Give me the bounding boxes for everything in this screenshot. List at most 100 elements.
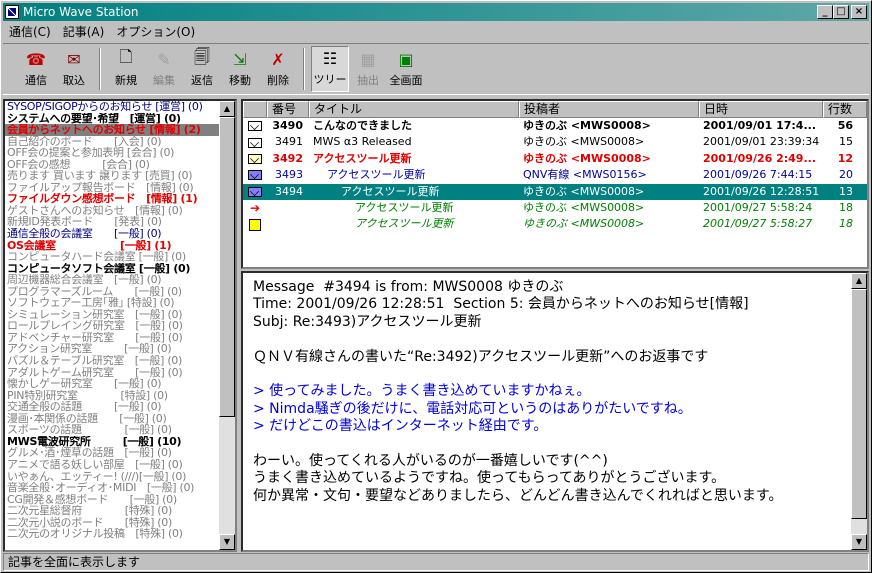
move-button[interactable]: ⇲ 移動 (221, 46, 259, 92)
app-icon[interactable] (5, 5, 19, 19)
open-envelope-icon (243, 151, 267, 167)
minimize-button[interactable]: _ (817, 5, 833, 19)
forum-item[interactable]: 二次元星総督府 [特殊] (0) (5, 505, 222, 517)
article-row[interactable]: 3492 アクセスツール更新 ゆきのぶ <MWS0008> 2001/09/26 2:… (243, 151, 867, 167)
edit-label: 編集 (153, 74, 175, 87)
title-bar[interactable]: Micro Wave Station _ □ × (3, 3, 869, 21)
fetch-icon: ✉ (67, 49, 81, 69)
fetch-button[interactable]: ✉ 取込 (55, 46, 93, 92)
connect-button[interactable]: ☎ 通信 (17, 46, 55, 92)
article-date: 2001/09/01 17:4... (703, 119, 816, 132)
header-number[interactable]: 番号 (267, 101, 309, 118)
header-lines[interactable]: 行数 (823, 101, 867, 118)
forum-item[interactable]: ファイルアップ報告ボード [情報] (0) (5, 182, 222, 194)
forum-item[interactable]: コンピュータハード会議室 [一般] (0) (5, 251, 222, 263)
forum-item[interactable]: 漫画･本関係の話題 [一般] (0) (5, 413, 222, 425)
forum-item[interactable]: 音楽全般･オーディオ･MIDI [一般] (0) (5, 482, 222, 494)
article-date: 2001/09/27 5:58:27 (703, 217, 813, 231)
message-scrollbar[interactable]: ▲ ▼ (851, 273, 867, 550)
forum-item[interactable]: MWS電波研究所 [一般] (10) (5, 436, 222, 448)
grid-icon: ▦ (360, 49, 376, 69)
forum-item[interactable]: プログラマーズルーム [一般] (0) (5, 286, 222, 298)
scroll-down-button[interactable]: ▼ (851, 534, 867, 550)
forum-item[interactable]: 自己紹介のボード [入会] (0) (5, 136, 222, 148)
forum-item[interactable]: 二次元のオリジナル投稿 [特殊] (0) (5, 528, 222, 540)
article-row[interactable]: 3491 MWS α3 Released ゆきのぶ <MWS0008> 2001/09… (243, 134, 867, 150)
article-title: アクセスツール更新 (327, 168, 426, 182)
header-date[interactable]: 日時 (699, 101, 823, 118)
forum-item[interactable]: 二次元小説のボード [特殊] (0) (5, 517, 222, 529)
forum-item[interactable]: アドベンチャー研究室 [一般] (0) (5, 332, 222, 344)
new-button[interactable]: 🗋 新規 (107, 46, 145, 92)
menu-connect[interactable]: 通信(C) (3, 23, 57, 40)
forum-item[interactable]: 売ります 買います 譲ります [売買] (0) (5, 170, 222, 182)
article-row[interactable]: 3493 アクセスツール更新 QNV有線 <MWS0156> 2001/09/26 7… (243, 167, 867, 183)
forum-item[interactable]: 会員からネットへのお知らせ [情報] (2) (5, 124, 222, 136)
menu-options[interactable]: オプション(O) (110, 23, 201, 40)
forum-item[interactable]: SYSOP/SIGOPからのお知らせ [運営] (0) (5, 101, 222, 113)
article-number: 3494 (275, 184, 303, 198)
forum-item[interactable]: OFF会の感想 [会合] (0) (5, 159, 222, 171)
menu-article[interactable]: 記事(A) (57, 23, 111, 40)
scroll-down-button[interactable]: ▼ (219, 534, 235, 550)
scroll-thumb[interactable] (851, 289, 867, 519)
article-date: 2001/09/26 12:28:51 (703, 184, 820, 198)
article-row[interactable]: 3490 こんなのできました ゆきのぶ <MWS0008> 2001/09/01 17… (243, 118, 867, 134)
close-button[interactable]: × (851, 5, 867, 19)
article-title: こんなのできました (313, 119, 412, 132)
forum-item[interactable]: アダルトゲーム研究室 [一般] (0) (5, 367, 222, 379)
forum-item[interactable]: ロールプレイング研究室 [一般] (0) (5, 320, 222, 332)
forum-item[interactable]: 周辺機器総合会議室 [一般] (0) (5, 274, 222, 286)
message-line: 何か異常・文句・要望などありましたら、どんどん書き込んでくれればと思います。 (253, 487, 783, 504)
forum-item[interactable]: ソフトウェアー工房｢雅｣ [特設] (0) (5, 297, 222, 309)
forum-item[interactable]: スポーツの話題 [一般] (0) (5, 424, 222, 436)
forum-item[interactable]: ファイルダウン感想ボード [情報] (1) (5, 193, 222, 205)
connect-label: 通信 (25, 74, 47, 87)
article-title: アクセスツール更新 (313, 151, 412, 165)
forum-item[interactable]: ゲストさんへのお知らせ [情報] (0) (5, 205, 222, 217)
forum-list-scrollbar[interactable]: ▲ ▼ (219, 101, 235, 550)
scroll-thumb[interactable] (219, 117, 235, 417)
forum-item[interactable]: アクション研究室 [一般] (0) (5, 343, 222, 355)
delete-button[interactable]: ✗ 削除 (259, 46, 297, 92)
tree-button[interactable]: ☷ ツリー (311, 46, 349, 92)
forum-list-pane: SYSOP/SIGOPからのお知らせ [運営] (0) システムへの要望･希望 [… (3, 99, 237, 552)
article-title: アクセスツール更新 (341, 184, 440, 198)
forum-item[interactable]: グルメ･酒･煙草の話題 [一般] (0) (5, 447, 222, 459)
header-icon-column[interactable] (243, 101, 267, 118)
forum-item[interactable]: パズル＆テーブル研究室 [一般] (0) (5, 355, 222, 367)
article-list-pane: 番号 タイトル 投稿者 日時 行数 3490 こんなのできました ゆきのぶ <MWS… (241, 99, 869, 269)
forum-item[interactable]: いやぁん、エッティー! (///)[一般] (0) (5, 471, 222, 483)
message-header-subject: Subj: Re:3493)アクセスツール更新 (253, 313, 482, 330)
forum-item[interactable]: CG開発＆感想ボード [一般] (0) (5, 494, 222, 506)
forum-item[interactable]: アニメで語る妖しい部屋 [一般] (0) (5, 459, 222, 471)
message-header-from: Message #3494 is from: MWS0008 ゆきのぶ (253, 279, 564, 295)
header-title[interactable]: タイトル (309, 101, 519, 118)
message-quote-line: > だけどこの書込はインターネット経由です。 (253, 418, 548, 435)
fullscreen-button[interactable]: ▣ 全画面 (387, 46, 425, 92)
article-row[interactable]: アクセスツール更新 ゆきのぶ <MWS0008> 2001/09/27 5:58:2… (243, 216, 867, 232)
forum-item[interactable]: 交通全般の話題 [一般] (0) (5, 401, 222, 413)
extract-button[interactable]: ▦ 抽出 (349, 46, 387, 92)
monitor-icon: ▣ (398, 49, 414, 69)
forum-item[interactable]: コンピュータソフト会議室 [一般] (0) (5, 263, 222, 275)
message-header-time: Time: 2001/09/26 12:28:51 Section 5: 会員か… (253, 296, 749, 313)
article-row[interactable]: 3494 アクセスツール更新 ゆきのぶ <MWS0008> 2001/09/26 12… (243, 183, 867, 200)
article-row[interactable]: ➔ アクセスツール更新 ゆきのぶ <MWS0008> 2001/09/27 5:58:… (243, 200, 867, 216)
edit-button[interactable]: ✎ 編集 (145, 46, 183, 92)
reply-button[interactable]: 🗐 返信 (183, 46, 221, 92)
forum-item[interactable]: 懐かしゲー研究室 [一般] (0) (5, 378, 222, 390)
scroll-up-button[interactable]: ▲ (219, 101, 235, 117)
forum-item[interactable]: 新規ID発表ボード [発表] (0) (5, 216, 222, 228)
forum-item[interactable]: システムへの要望･希望 [運営] (0) (5, 113, 222, 125)
scroll-up-button[interactable]: ▲ (851, 273, 867, 289)
forum-item[interactable]: 通信全般の会議室 [一般] (0) (5, 228, 222, 240)
article-title: アクセスツール更新 (355, 217, 454, 231)
message-quote-line: > Nimda騒ぎの後だけに、電話対応可というのはありがたいですね。 (253, 400, 692, 417)
maximize-button[interactable]: □ (833, 5, 849, 19)
header-author[interactable]: 投稿者 (519, 101, 699, 118)
forum-item[interactable]: OFF会の提案と参加表明 [会合] (0) (5, 147, 222, 159)
forum-item[interactable]: シミュレーション研究室 [一般] (0) (5, 309, 222, 321)
forum-item[interactable]: PIN特別研究室 [特設] (0) (5, 390, 222, 402)
forum-item[interactable]: OS会議室 [一般] (1) (5, 240, 222, 252)
